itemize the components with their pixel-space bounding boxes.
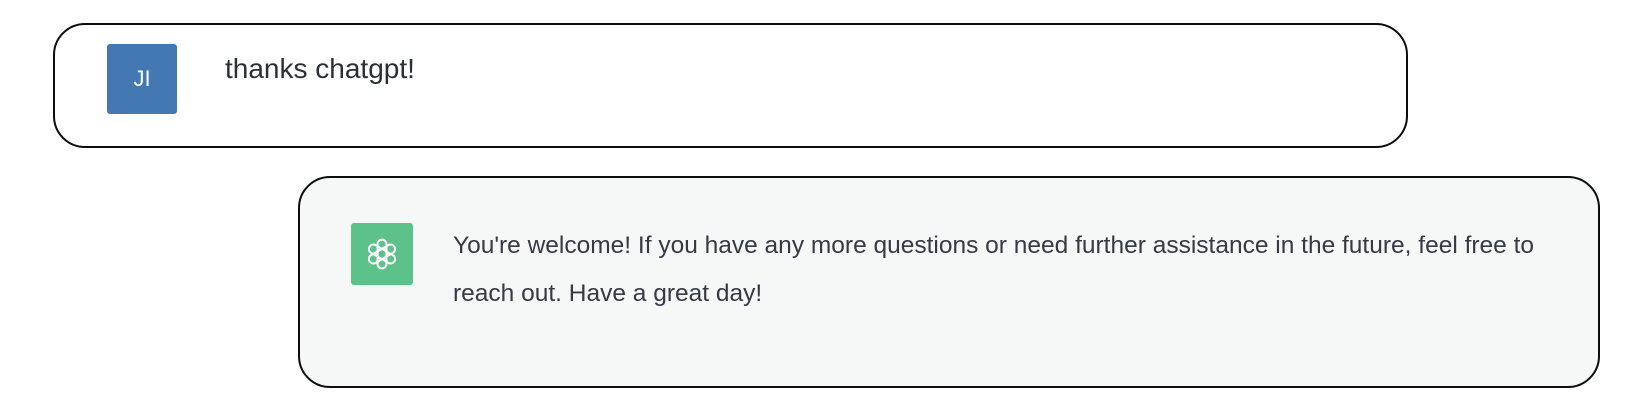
assistant-message-text: You're welcome! If you have any more que… (453, 232, 1535, 307)
user-avatar: JI (107, 44, 177, 114)
user-message-bubble: JI thanks chatgpt! (53, 23, 1408, 148)
assistant-message-bubble: You're welcome! If you have any more que… (298, 176, 1600, 388)
chat-transcript: JI thanks chatgpt! You're welcome! If yo… (0, 0, 1626, 414)
openai-logo-icon (367, 238, 397, 270)
assistant-avatar (351, 223, 413, 285)
user-avatar-initials: JI (133, 66, 151, 91)
user-message-text: thanks chatgpt! (225, 53, 415, 84)
